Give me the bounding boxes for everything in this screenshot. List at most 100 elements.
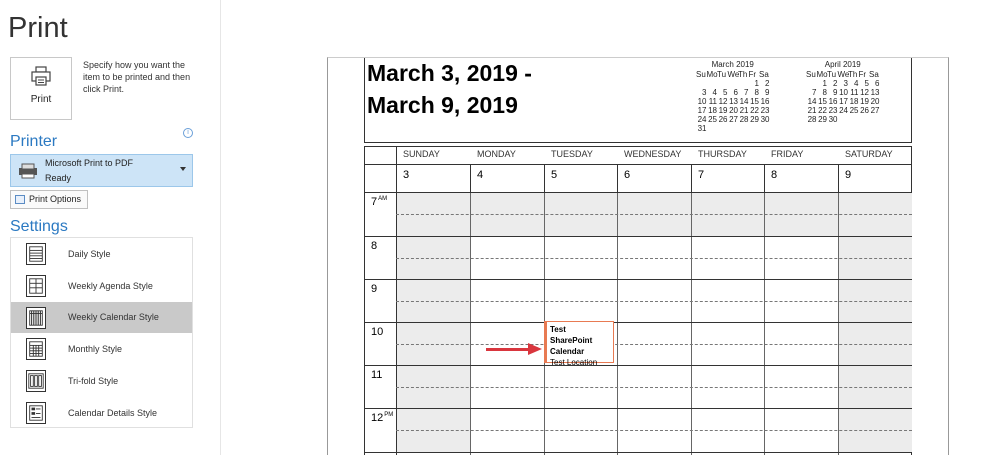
mini-cal-date: 28: [739, 115, 749, 124]
mini-cal-date: 25: [708, 115, 717, 124]
mini-cal-date: 15: [750, 97, 759, 106]
hour-label: 9: [371, 283, 378, 295]
style-item-weekly-calendar[interactable]: Weekly Calendar Style: [11, 301, 192, 334]
mini-cal-date: [717, 79, 728, 88]
printer-dropdown[interactable]: Microsoft Print to PDF Ready: [10, 154, 193, 187]
mini-cal-date: 14: [739, 97, 749, 106]
mini-cal-dayname: Fr: [748, 70, 757, 79]
mini-cal-date: [728, 124, 739, 133]
daily-style-icon: [26, 243, 46, 265]
style-item-calendar-details[interactable]: Calendar Details Style: [11, 397, 192, 429]
mini-cal-dayname: Tu: [827, 70, 837, 79]
day-header-saturday: SATURDAY: [845, 149, 893, 159]
print-button[interactable]: Print: [10, 57, 72, 120]
hour-label: 7AM: [371, 196, 387, 208]
mini-cal-dayname: We: [727, 70, 740, 79]
info-icon[interactable]: i: [183, 128, 193, 138]
hour-label: 10: [371, 326, 384, 338]
grid-hline: [364, 322, 912, 323]
date-range-line2: March 9, 2019: [367, 92, 518, 118]
print-options-button[interactable]: Print Options: [10, 190, 88, 209]
calendar-details-style-icon: [26, 401, 46, 424]
mini-cal-date: 30: [828, 115, 838, 124]
mini-cal-date: 18: [708, 106, 717, 115]
grid-hline: [364, 452, 912, 453]
style-item-label: Monthly Style: [68, 344, 123, 355]
mini-cal-week: 7 8 9 10 11 12 13: [806, 88, 880, 97]
mini-cal-date: 3: [702, 88, 707, 97]
mini-cal-date: 5: [864, 79, 869, 88]
mini-cal-date: [838, 115, 849, 124]
chevron-down-icon: [180, 167, 186, 171]
day-date-cell: 4: [470, 164, 544, 192]
mini-cal-date: [696, 79, 707, 88]
mini-cal-date: 27: [729, 115, 738, 124]
print-options-label: Print Options: [29, 194, 82, 204]
calendar-event[interactable]: Test SharePoint Calendar Test Location: [544, 321, 614, 367]
mini-cal-date: 28: [807, 115, 817, 124]
mini-cal-date: [738, 79, 749, 88]
style-item-monthly[interactable]: Monthly Style: [11, 333, 192, 365]
mini-cal-date: 8: [754, 88, 759, 97]
mini-cal-date: 10: [839, 88, 848, 97]
page-title: Print: [8, 12, 68, 44]
hour-number: 11: [371, 369, 383, 381]
print-description: Specify how you want the item to be prin…: [83, 60, 191, 94]
mini-cal-dayname: Th: [738, 70, 748, 79]
mini-calendar-header: Su Mo Tu We Th Fr Sa: [696, 70, 770, 79]
hour-label: 12PM: [371, 412, 393, 424]
settings-heading: Settings: [10, 218, 68, 235]
mini-cal-week: 10 11 12 13 14 15 16: [696, 97, 770, 106]
hour-number: 12: [371, 412, 384, 424]
mini-cal-dayname: Su: [696, 70, 706, 79]
day-date-cell: 3: [396, 164, 470, 192]
mini-cal-date: 22: [750, 106, 759, 115]
grid-vline: [617, 192, 618, 455]
style-item-daily[interactable]: Daily Style: [11, 238, 192, 270]
day-date-cell: 8: [764, 164, 838, 192]
mini-cal-date: 21: [807, 106, 817, 115]
hour-number: 10: [371, 326, 384, 338]
mini-cal-date: 3: [843, 79, 848, 88]
mini-cal-date: 26: [718, 115, 728, 124]
printer-heading: Printer: [10, 133, 58, 150]
grid-hline: [364, 192, 912, 193]
mini-cal-date: 6: [733, 88, 738, 97]
date-range-line1: March 3, 2019 -: [367, 60, 532, 86]
grid-halfhour-line: [396, 258, 912, 259]
mini-cal-week: 17 18 19 20 21 22 23: [696, 106, 770, 115]
day-header-friday: FRIDAY: [771, 149, 804, 159]
mini-cal-date: 9: [833, 88, 838, 97]
mini-cal-date: 19: [860, 97, 869, 106]
mini-cal-date: [869, 115, 880, 124]
grid-halfhour-line: [396, 301, 912, 302]
style-item-weekly-agenda[interactable]: Weekly Agenda Style: [11, 270, 192, 302]
day-date-cell: 5: [544, 164, 617, 192]
mini-cal-date: 23: [760, 106, 770, 115]
style-item-label: Calendar Details Style: [68, 407, 158, 418]
mini-cal-date: 17: [839, 97, 848, 106]
mini-cal-dayname: We: [837, 70, 850, 79]
mini-cal-week: 24 25 26 27 28 29 30: [696, 115, 770, 124]
mini-cal-dayname: Th: [848, 70, 858, 79]
mini-cal-week: 3456789: [696, 88, 769, 97]
event-location: Test Location: [550, 358, 598, 367]
grid-halfhour-line: [396, 214, 912, 215]
weekly-agenda-style-icon: [26, 274, 46, 297]
mini-cal-date: [707, 79, 718, 88]
grid-vline: [838, 192, 839, 455]
hour-number: 9: [371, 283, 378, 295]
mini-cal-date: 1: [822, 79, 827, 88]
printer-device-icon: [19, 163, 37, 179]
mini-cal-date: [806, 79, 817, 88]
style-item-trifold[interactable]: Tri-fold Style: [11, 365, 192, 397]
mini-cal-date: 18: [849, 97, 859, 106]
day-date-cell: 7: [691, 164, 764, 192]
mini-cal-date: 15: [818, 97, 827, 106]
mini-cal-date: 27: [870, 106, 880, 115]
printer-status: Ready: [45, 173, 72, 183]
mini-cal-date: 13: [870, 88, 880, 97]
style-list: Daily Style Weekly Agenda Style Weekly C…: [10, 237, 193, 428]
mini-cal-week: 28 29 30: [806, 115, 880, 124]
mini-cal-date: 20: [729, 106, 738, 115]
